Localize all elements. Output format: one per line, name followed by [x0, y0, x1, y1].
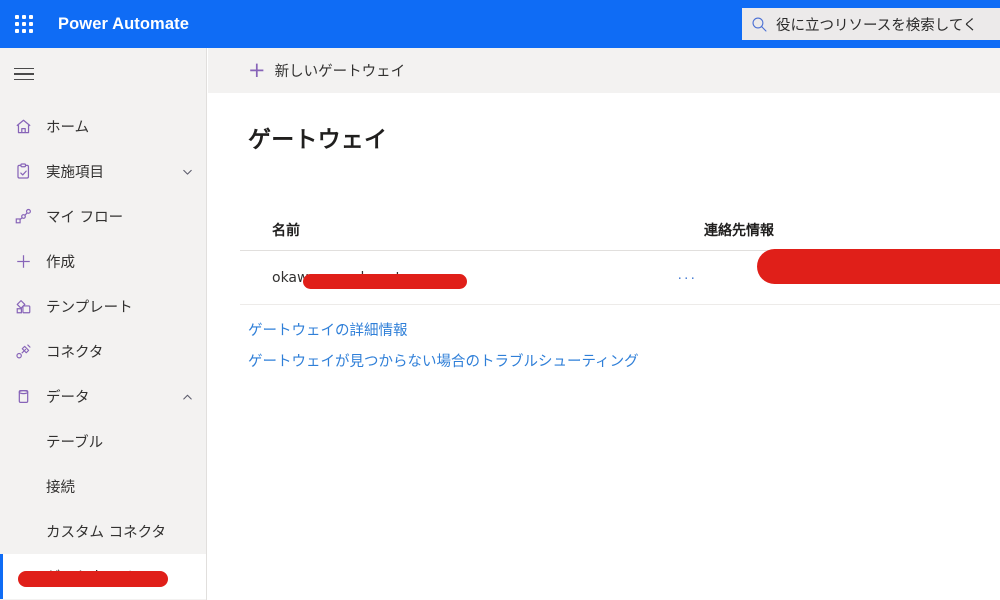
sidebar: ホーム 実施項目 マイ フロー 作成 テンプレート コネクタ データ テーブル …: [0, 48, 207, 600]
main-content: + 新しいゲートウェイ ゲートウェイ 名前 連絡先情報 okawa-sample…: [208, 48, 1000, 600]
sidebar-item-action-items[interactable]: 実施項目: [0, 149, 206, 194]
new-gateway-label: 新しいゲートウェイ: [274, 64, 406, 80]
app-brand-title[interactable]: Power Automate: [58, 15, 189, 34]
column-header-contact: 連絡先情報: [704, 223, 774, 239]
app-root: Power Automate 役に立つリソースを検索してく ホーム 実施項目 マ…: [0, 0, 1000, 600]
sidebar-item-label: 実施項目: [46, 165, 104, 181]
row-overflow-menu-button[interactable]: ···: [670, 270, 704, 285]
sidebar-item-label: マイ フロー: [46, 210, 124, 226]
new-gateway-button[interactable]: + 新しいゲートウェイ: [248, 53, 405, 89]
sidebar-item-tables[interactable]: テーブル: [0, 419, 206, 464]
sidebar-item-label: データ: [46, 390, 90, 406]
sidebar-gateway-redaction: [18, 571, 168, 587]
sidebar-item-label: ホーム: [46, 120, 90, 136]
search-input[interactable]: 役に立つリソースを検索してく: [776, 14, 977, 35]
templates-icon: [0, 297, 46, 316]
command-bar: + 新しいゲートウェイ: [208, 48, 1000, 93]
waffle-grid-icon: [15, 15, 33, 33]
link-gateway-troubleshooting[interactable]: ゲートウェイが見つからない場合のトラブルシューティング: [248, 350, 639, 371]
gateway-name-redaction: [303, 274, 467, 289]
sidebar-nav: ホーム 実施項目 マイ フロー 作成 テンプレート コネクタ データ テーブル …: [0, 104, 206, 599]
sidebar-item-home[interactable]: ホーム: [0, 104, 206, 149]
column-header-name: 名前: [272, 223, 300, 239]
plus-icon: [0, 252, 46, 271]
sidebar-item-create[interactable]: 作成: [0, 239, 206, 284]
sidebar-item-label: テンプレート: [46, 300, 133, 316]
ellipsis-icon: ···: [677, 269, 697, 286]
table-header-row: 名前 連絡先情報: [240, 210, 1000, 251]
clipboard-check-icon: [0, 162, 46, 181]
hamburger-icon[interactable]: [0, 52, 48, 96]
page-title: ゲートウェイ: [248, 127, 388, 153]
sidebar-item-label: 作成: [46, 255, 75, 271]
chevron-up-icon[interactable]: [181, 390, 194, 403]
sidebar-item-label: コネクタ: [46, 345, 104, 361]
waffle-icon[interactable]: [0, 0, 48, 48]
flow-icon: [0, 207, 46, 226]
sidebar-item-connectors[interactable]: コネクタ: [0, 329, 206, 374]
search-icon: [742, 16, 776, 33]
sidebar-item-label: テーブル: [46, 435, 104, 451]
sidebar-item-label: カスタム コネクタ: [46, 525, 167, 541]
top-header: Power Automate 役に立つリソースを検索してく: [0, 0, 1000, 48]
help-links: ゲートウェイの詳細情報 ゲートウェイが見つからない場合のトラブルシューティング: [248, 319, 1000, 371]
link-gateway-details[interactable]: ゲートウェイの詳細情報: [248, 319, 408, 340]
database-icon: [0, 387, 46, 406]
plus-icon: +: [248, 58, 266, 82]
contact-info-redaction: [757, 249, 1000, 284]
home-icon: [0, 117, 46, 136]
search-box[interactable]: 役に立つリソースを検索してく: [742, 8, 1000, 40]
sidebar-item-connections[interactable]: 接続: [0, 464, 206, 509]
chevron-down-icon[interactable]: [181, 165, 194, 178]
sidebar-item-label: 接続: [46, 480, 75, 496]
sidebar-item-custom-connectors[interactable]: カスタム コネクタ: [0, 509, 206, 554]
sidebar-item-data[interactable]: データ: [0, 374, 206, 419]
sidebar-item-my-flows[interactable]: マイ フロー: [0, 194, 206, 239]
sidebar-item-templates[interactable]: テンプレート: [0, 284, 206, 329]
connector-icon: [0, 342, 46, 361]
